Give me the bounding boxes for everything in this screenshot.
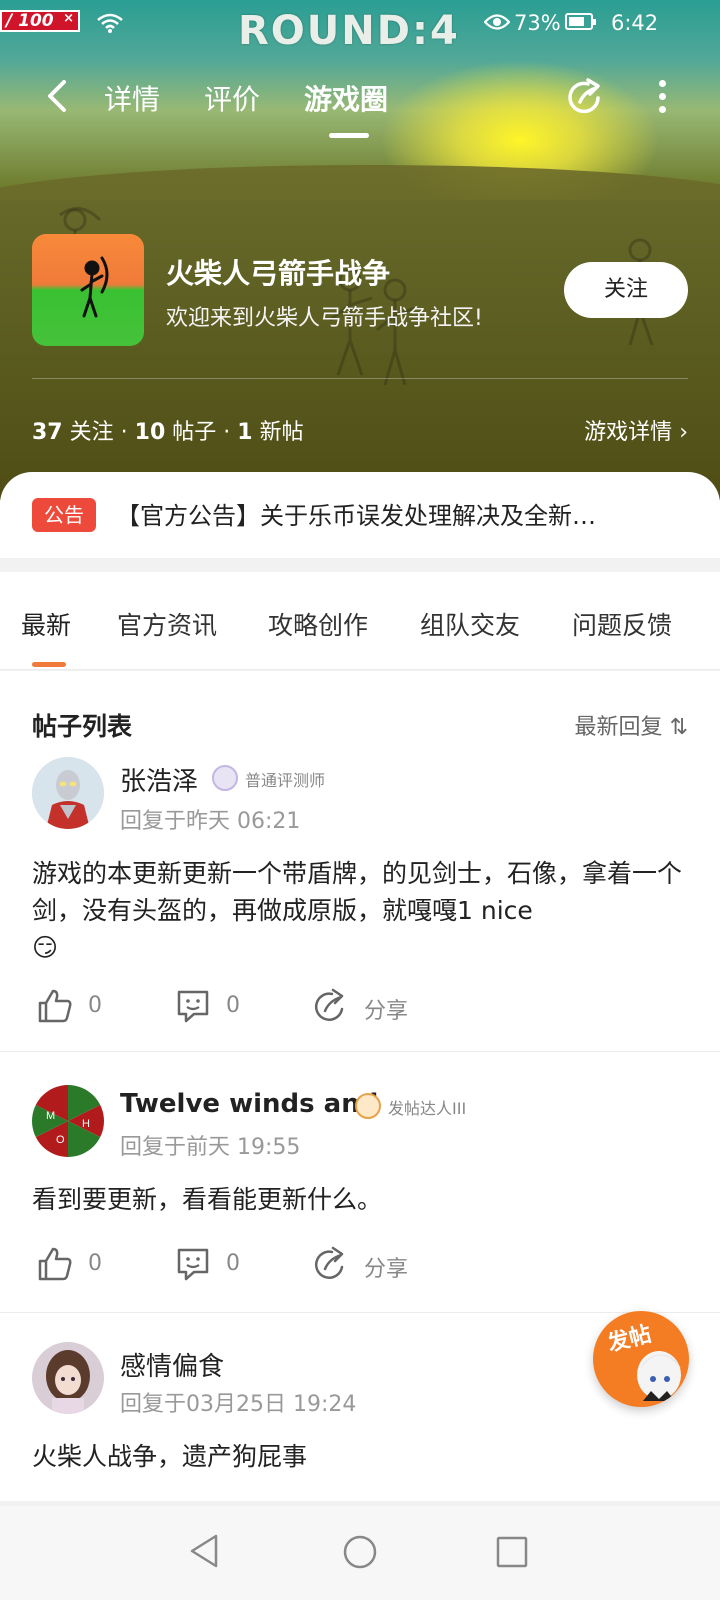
- comment-button[interactable]: 0: [174, 987, 274, 1027]
- posts-count: 10: [134, 420, 166, 445]
- user-badge-label: 普通评测师: [245, 771, 326, 790]
- game-header: / 100 × ROUND:4 73% 6:42 详情 评价 游戏圈 火柴人弓箭…: [0, 0, 720, 500]
- like-button[interactable]: 0: [36, 987, 136, 1027]
- announcement-text: 【官方公告】关于乐币误发处理解决及全新…: [116, 502, 596, 530]
- recents-square-icon[interactable]: [494, 1534, 530, 1570]
- anime-girl-avatar-icon: [32, 1342, 104, 1414]
- post-list-heading: 帖子列表: [32, 712, 133, 741]
- avatar[interactable]: [32, 757, 104, 829]
- back-triangle-icon[interactable]: [186, 1532, 222, 1570]
- post-body: 火柴人战争，遗产狗屁事: [32, 1442, 308, 1471]
- round-indicator: ROUND:4: [238, 8, 460, 54]
- like-count: 0: [88, 993, 102, 1018]
- battery-icon: [565, 13, 596, 30]
- avatar[interactable]: [32, 1342, 104, 1414]
- game-detail-link[interactable]: 游戏详情 ›: [584, 414, 688, 446]
- tab-game-circle[interactable]: 游戏圈: [304, 78, 388, 118]
- post-body: 游戏的本更新更新一个带盾牌，的见剑士，石像，拿着一个剑，没有头盔的，再做成原版，…: [32, 859, 683, 962]
- home-circle-icon[interactable]: [342, 1534, 378, 1570]
- post-item[interactable]: 张浩泽 普通评测师 回复于昨天 06:21 游戏的本更新更新一个带盾牌，的见剑士…: [0, 757, 720, 1053]
- share-button[interactable]: 分享: [312, 987, 432, 1027]
- eye-icon: [484, 14, 510, 30]
- new-posts-count: 1: [237, 420, 253, 445]
- share-label: 分享: [364, 999, 409, 1024]
- follow-button[interactable]: 关注: [564, 262, 688, 318]
- announcement-bar[interactable]: 公告 【官方公告】关于乐币误发处理解决及全新…: [0, 472, 720, 558]
- post-item[interactable]: M H O Twelve winds and 发帖达人III 回复于前天 19:…: [0, 1085, 720, 1305]
- comment-icon: [177, 1248, 209, 1281]
- comment-count: 0: [226, 993, 240, 1018]
- share-label: 分享: [364, 1257, 409, 1282]
- user-badge-label: 发帖达人III: [388, 1099, 467, 1118]
- comment-button[interactable]: 0: [174, 1245, 274, 1285]
- stickman-archer-icon: [80, 256, 109, 318]
- battery-percent: 73%: [514, 11, 561, 35]
- share-button[interactable]: 分享: [312, 1245, 432, 1285]
- category-latest[interactable]: 最新: [21, 606, 71, 642]
- game-title: 火柴人弓箭手战争: [166, 257, 391, 290]
- poster-badge-icon: [355, 1093, 381, 1119]
- category-official-news[interactable]: 官方资讯: [117, 606, 217, 642]
- avatar-letter: M: [46, 1110, 55, 1122]
- pinwheel-avatar-icon: M H O: [32, 1085, 104, 1157]
- active-tab-indicator: [329, 133, 369, 138]
- back-arrow-icon[interactable]: [40, 76, 76, 116]
- community-stats: 37 关注 · 10 帖子 · 1 新帖: [32, 420, 304, 445]
- sort-button[interactable]: 最新回复 ⇅: [575, 709, 688, 741]
- avatar-letter: O: [56, 1134, 65, 1146]
- tab-details[interactable]: 详情: [104, 78, 160, 118]
- chevron-right-icon: ›: [679, 420, 688, 445]
- category-feedback[interactable]: 问题反馈: [572, 606, 672, 642]
- post-body: 看到要更新，看看能更新什么。: [32, 1185, 383, 1214]
- divider: [0, 1312, 720, 1313]
- follows-count: 37: [32, 420, 63, 445]
- tab-reviews[interactable]: 评价: [204, 78, 260, 118]
- comment-icon: [177, 990, 209, 1023]
- game-icon[interactable]: [32, 234, 144, 346]
- category-tabs: 最新 官方资讯 攻略创作 组队交友 问题反馈: [0, 572, 720, 670]
- smirk-emoji: 😏: [32, 933, 59, 962]
- top-navigation: 详情 评价 游戏圈: [0, 70, 720, 138]
- category-guides[interactable]: 攻略创作: [268, 606, 368, 642]
- username[interactable]: Twelve winds and: [120, 1089, 378, 1119]
- share-icon: [314, 1246, 344, 1279]
- more-menu-icon[interactable]: [654, 76, 670, 116]
- like-button[interactable]: 0: [36, 1245, 136, 1285]
- avatar-letter: H: [82, 1118, 90, 1130]
- post-time: 回复于前天 19:55: [120, 1135, 301, 1160]
- active-category-indicator: [32, 662, 66, 667]
- new-post-button[interactable]: 发帖: [593, 1311, 689, 1407]
- post-time: 回复于昨天 06:21: [120, 809, 301, 834]
- thumbs-up-icon: [38, 989, 72, 1023]
- system-navigation-bar: [0, 1506, 720, 1600]
- announcement-badge: 公告: [32, 498, 96, 532]
- ultraman-avatar-icon: [32, 757, 104, 829]
- reviewer-badge-icon: [212, 765, 238, 791]
- comment-count: 0: [226, 1251, 240, 1276]
- like-count: 0: [88, 1251, 102, 1276]
- avatar[interactable]: M H O: [32, 1085, 104, 1157]
- divider: [0, 1051, 720, 1052]
- thumbs-up-icon: [38, 1247, 72, 1281]
- status-bar: / 100 × ROUND:4 73% 6:42: [0, 0, 720, 54]
- username[interactable]: 感情偏食: [120, 1346, 224, 1383]
- clock: 6:42: [611, 11, 659, 35]
- hp-close-icon: ×: [63, 11, 74, 26]
- hp-overlay: / 100 ×: [0, 10, 80, 32]
- game-subtitle: 欢迎来到火柴人弓箭手战争社区!: [166, 306, 483, 331]
- divider: [32, 378, 688, 379]
- post-time: 回复于03月25日 19:24: [120, 1392, 357, 1417]
- share-icon[interactable]: [566, 76, 606, 116]
- username[interactable]: 张浩泽: [120, 761, 198, 798]
- share-icon: [314, 988, 344, 1021]
- category-team-up[interactable]: 组队交友: [420, 606, 520, 642]
- sort-icon: ⇅: [669, 715, 688, 740]
- wifi-icon: [97, 13, 123, 33]
